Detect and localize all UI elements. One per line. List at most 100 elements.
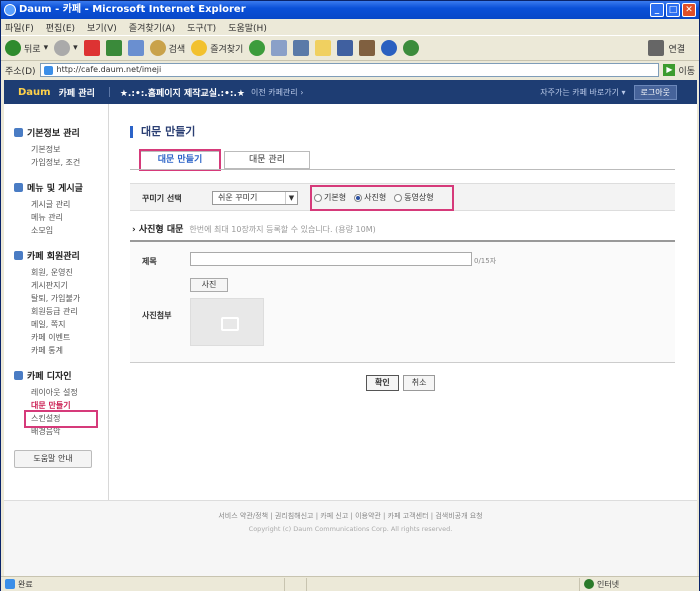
sidebar-item[interactable]: 회원등급 관리 bbox=[14, 305, 108, 318]
title-label: 제목 bbox=[142, 257, 157, 266]
sidebar-item[interactable]: 탈퇴, 가입불가 bbox=[14, 292, 108, 305]
status-bar: 완료 인터넷 bbox=[1, 576, 699, 591]
menu-item[interactable]: 보기(V) bbox=[87, 21, 117, 34]
photo-label: 사진첨부 bbox=[142, 311, 172, 320]
quick-cafe-dropdown[interactable]: 자주가는 카페 바로가기 ▾ bbox=[540, 87, 625, 98]
toolbar: 뒤로 ▾ ▾ 검색 즐겨찾기 연결 bbox=[1, 35, 699, 61]
section-heading: › 사진형 대문 한번에 최대 10장까지 등록할 수 있습니다. (용량 10M… bbox=[132, 225, 376, 235]
sidebar-item[interactable]: 카페 통계 bbox=[14, 344, 108, 357]
selector-label: 꾸미기 선택 bbox=[142, 194, 182, 203]
window-title: Daum - 카페 - Microsoft Internet Explorer bbox=[19, 4, 246, 15]
star-icon bbox=[191, 40, 208, 56]
sidebar-item[interactable]: 회원, 운영진 bbox=[14, 266, 108, 279]
group-icon bbox=[14, 128, 23, 137]
style-dropdown[interactable]: 쉬운 꾸미기 ▼ bbox=[212, 191, 298, 205]
ie-icon bbox=[4, 4, 16, 16]
status-text: 완료 bbox=[18, 579, 33, 589]
confirm-button[interactable]: 확인 bbox=[366, 375, 399, 391]
refresh-icon[interactable] bbox=[105, 40, 122, 56]
edit-icon[interactable] bbox=[315, 40, 332, 56]
main-panel: 대문 만들기 대문 만들기 대문 관리 꾸미기 선택 쉬운 꾸미기 ▼ 기본형 사진… bbox=[130, 104, 675, 524]
tab-manage-gate[interactable]: 대문 관리 bbox=[224, 151, 310, 169]
sidebar-item[interactable]: 메뉴 관리 bbox=[14, 211, 108, 224]
header-title[interactable]: 카페 관리 bbox=[59, 86, 95, 99]
menu-bar: 파일(F) 편집(E) 보기(V) 즐겨찾기(A) 도구(T) 도움말(H) bbox=[1, 19, 699, 35]
page-content: Daum 카페 관리 ★.:•:.홈페이지 제작교실.:•:.★ 이전 카페관리… bbox=[4, 80, 697, 576]
mail-icon[interactable] bbox=[271, 40, 288, 56]
history-icon[interactable] bbox=[249, 40, 266, 56]
help-button[interactable]: 도움말 안내 bbox=[14, 450, 92, 468]
search-icon bbox=[149, 40, 166, 56]
group-icon bbox=[14, 371, 23, 380]
tools-icon[interactable] bbox=[648, 40, 665, 56]
prev-cafe-link[interactable]: 이전 카페관리 › bbox=[251, 87, 303, 98]
footer-copyright: Copyright (c) Daum Communications Corp. … bbox=[248, 525, 453, 533]
daum-logo[interactable]: Daum bbox=[18, 87, 51, 98]
menu-item[interactable]: 파일(F) bbox=[5, 21, 34, 34]
sidebar-item[interactable]: 레이아웃 설정 bbox=[14, 386, 108, 399]
sidebar-group-title[interactable]: 카페 회원관리 bbox=[14, 249, 108, 262]
menu-item[interactable]: 도움말(H) bbox=[228, 21, 267, 34]
group-icon bbox=[14, 183, 23, 192]
sidebar-group: 카페 회원관리회원, 운영진 게시판지기 탈퇴, 가입불가 회원등급 관리 메일, 쪽지… bbox=[14, 249, 108, 357]
footer-links[interactable]: 서비스 약관/정책 | 권리침해신고 | 카페 신고 | 이용약관 | 카페 고… bbox=[4, 511, 697, 521]
sidebar-group: 메뉴 및 게시글게시글 관리 메뉴 관리 소모임 bbox=[14, 181, 108, 237]
photo-placeholder[interactable] bbox=[190, 298, 264, 346]
sidebar-group-title[interactable]: 카페 디자인 bbox=[14, 369, 108, 382]
menu-item[interactable]: 즐겨찾기(A) bbox=[129, 21, 175, 34]
back-button[interactable]: 뒤로 ▾ bbox=[5, 40, 48, 56]
sidebar-item[interactable]: 메일, 쪽지 bbox=[14, 318, 108, 331]
menu-item[interactable]: 도구(T) bbox=[187, 21, 216, 34]
links-button[interactable]: 연결 bbox=[668, 42, 685, 55]
menu-item[interactable]: 편집(E) bbox=[46, 21, 75, 34]
go-button[interactable]: ▶ 이동 bbox=[663, 64, 699, 77]
chevron-down-icon: ▼ bbox=[285, 192, 297, 204]
sidebar-item[interactable]: 게시판지기 bbox=[14, 279, 108, 292]
cafe-header: Daum 카페 관리 ★.:•:.홈페이지 제작교실.:•:.★ 이전 카페관리… bbox=[4, 80, 697, 104]
sidebar-group-title[interactable]: 기본정보 관리 bbox=[14, 126, 108, 139]
zone-indicator: 인터넷 bbox=[578, 577, 699, 591]
plugin-icon[interactable] bbox=[403, 40, 420, 56]
title-input[interactable] bbox=[190, 252, 472, 266]
address-label: 주소(D) bbox=[5, 66, 36, 77]
add-photo-button[interactable]: 사진 bbox=[190, 278, 228, 292]
browser-window: Daum - 카페 - Microsoft Internet Explorer … bbox=[0, 0, 700, 591]
title-bar: Daum - 카페 - Microsoft Internet Explorer … bbox=[1, 1, 699, 19]
forward-arrow-icon bbox=[54, 40, 71, 56]
close-button[interactable]: ✕ bbox=[682, 3, 696, 17]
print-icon[interactable] bbox=[293, 40, 310, 56]
back-arrow-icon bbox=[5, 40, 21, 56]
sidebar-item[interactable]: 게시글 관리 bbox=[14, 198, 108, 211]
address-input[interactable]: http://cafe.daum.net/imeji bbox=[39, 63, 660, 77]
globe-icon bbox=[583, 579, 594, 589]
address-bar: 주소(D) http://cafe.daum.net/imeji ▶ 이동 bbox=[1, 62, 699, 78]
sidebar-item[interactable]: 소모임 bbox=[14, 224, 108, 237]
gate-form: 제목 0/15자 사진 사진첨부 bbox=[130, 240, 675, 363]
home-icon[interactable] bbox=[127, 40, 144, 56]
sidebar-item[interactable]: 카페 이벤트 bbox=[14, 331, 108, 344]
page-title: 대문 만들기 bbox=[130, 126, 195, 138]
group-icon bbox=[14, 251, 23, 260]
messenger-icon[interactable] bbox=[337, 40, 354, 56]
sidebar-item[interactable]: 기본정보 bbox=[14, 143, 108, 156]
settings-icon[interactable] bbox=[381, 40, 398, 56]
minimize-button[interactable]: _ bbox=[650, 3, 664, 17]
page-icon bbox=[5, 579, 15, 589]
cafe-name[interactable]: ★.:•:.홈페이지 제작교실.:•:.★ bbox=[120, 86, 245, 99]
maximize-button[interactable]: □ bbox=[666, 3, 680, 17]
highlight-sidebar-selected bbox=[24, 410, 98, 428]
cancel-button[interactable]: 취소 bbox=[402, 375, 436, 391]
forward-button[interactable]: ▾ bbox=[54, 40, 78, 56]
favorites-button[interactable]: 즐겨찾기 bbox=[191, 40, 243, 56]
sidebar-item[interactable]: 가입정보, 조건 bbox=[14, 156, 108, 169]
sidebar-group: 기본정보 관리기본정보 가입정보, 조건 bbox=[14, 126, 108, 169]
sidebar-group-title[interactable]: 메뉴 및 게시글 bbox=[14, 181, 108, 194]
go-arrow-icon: ▶ bbox=[663, 64, 676, 76]
logout-button[interactable]: 로그아웃 bbox=[633, 84, 677, 100]
char-count: 0/15자 bbox=[474, 257, 497, 265]
search-button[interactable]: 검색 bbox=[149, 40, 185, 56]
highlight-tab bbox=[139, 149, 221, 171]
stop-icon[interactable] bbox=[83, 40, 100, 56]
highlight-radio bbox=[310, 185, 454, 211]
research-icon[interactable] bbox=[359, 40, 376, 56]
